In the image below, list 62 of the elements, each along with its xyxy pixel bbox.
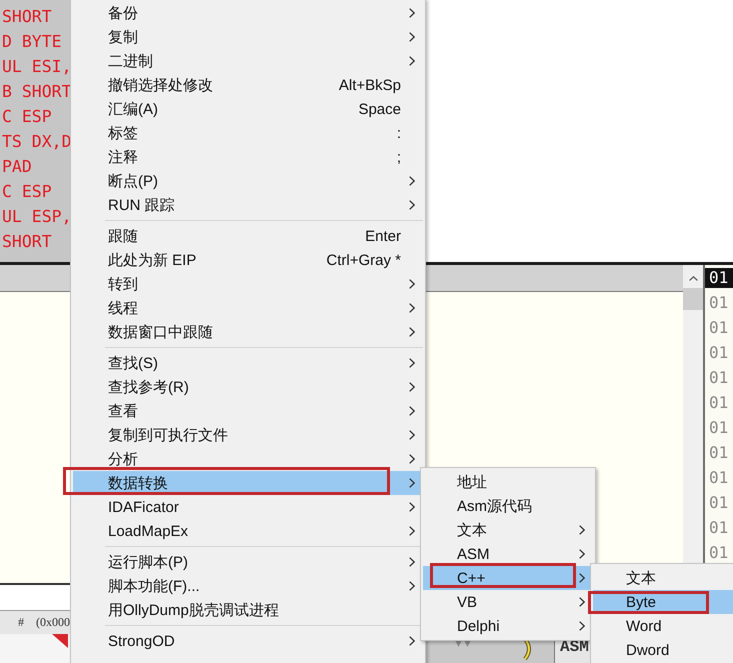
- status-text: #: [18, 615, 24, 630]
- menu-item[interactable]: Word: [593, 614, 733, 638]
- menu-item[interactable]: VB: [423, 590, 593, 614]
- menu-item[interactable]: IDAFicator: [73, 495, 423, 519]
- menu-item[interactable]: 分析: [73, 447, 423, 471]
- code-line: B SHORT: [1, 81, 72, 103]
- hex-value: 01: [708, 393, 730, 413]
- menu-item[interactable]: 查看: [73, 399, 423, 423]
- menu-item[interactable]: 文本: [423, 518, 593, 542]
- menu-item[interactable]: 用OllyDump脱壳调试进程: [73, 598, 423, 622]
- menu-item[interactable]: 地址: [423, 470, 593, 494]
- hex-value: 01: [708, 368, 730, 388]
- menu-item[interactable]: 查找参考(R): [73, 375, 423, 399]
- menu-item[interactable]: 汇编(A) Space: [73, 97, 423, 121]
- menu-item[interactable]: 跟随 Enter: [73, 224, 423, 248]
- menu-item[interactable]: 此处为新 EIP Ctrl+Gray *: [73, 248, 423, 272]
- menu-item[interactable]: 运行脚本(P): [73, 550, 423, 574]
- menu-item[interactable]: 查找(S): [73, 351, 423, 375]
- bracket-icon: [522, 638, 534, 660]
- code-line: TS DX,D: [1, 131, 72, 153]
- hex-value: 01: [708, 293, 730, 313]
- menu-item[interactable]: 标签 :: [73, 121, 423, 145]
- code-line: UL ESP,: [1, 206, 72, 228]
- code-line: C ESP: [1, 181, 52, 203]
- menu-item[interactable]: 撤销选择处修改 Alt+BkSp: [73, 73, 423, 97]
- menu-item[interactable]: 备份: [73, 1, 423, 25]
- hex-value: 01: [705, 268, 733, 288]
- menu-item[interactable]: StrongOD: [73, 629, 423, 653]
- menu-item[interactable]: LoadMapEx: [73, 519, 423, 543]
- menu-item[interactable]: 注释 ;: [73, 145, 423, 169]
- menu-item[interactable]: 线程: [73, 296, 423, 320]
- hex-value: 01: [708, 518, 730, 538]
- menu-item[interactable]: Asm源代码: [423, 494, 593, 518]
- scrollbar-thumb[interactable]: [683, 288, 703, 310]
- code-line: PAD: [1, 156, 32, 178]
- code-line: D BYTE: [1, 31, 62, 53]
- menu-item[interactable]: 转到: [73, 272, 423, 296]
- status-text: (0x000: [36, 615, 70, 630]
- menu-item[interactable]: 断点(P): [73, 169, 423, 193]
- code-line: UL ESI,: [1, 56, 72, 78]
- triangle-icon: [52, 634, 68, 648]
- hex-value: 01: [708, 318, 730, 338]
- menu-item[interactable]: ASM: [423, 542, 593, 566]
- code-line: SHORT: [1, 6, 52, 28]
- menu-item[interactable]: C++: [423, 566, 593, 590]
- hex-value: 01: [708, 343, 730, 363]
- menu-item[interactable]: RUN 跟踪: [73, 193, 423, 217]
- hex-value: 01: [708, 543, 730, 563]
- hex-value: 01: [708, 443, 730, 463]
- hex-value: 01: [708, 468, 730, 488]
- hex-value: 01: [708, 493, 730, 513]
- code-line: SHORT: [1, 231, 52, 253]
- hex-value: 01: [708, 418, 730, 438]
- chevron-up-icon: [688, 276, 698, 280]
- menu-item[interactable]: 复制: [73, 25, 423, 49]
- menu-item[interactable]: 二进制: [73, 49, 423, 73]
- menu-item[interactable]: 复制到可执行文件: [73, 423, 423, 447]
- menu-item[interactable]: Dword: [593, 638, 733, 662]
- menu-item[interactable]: 文本: [593, 566, 733, 590]
- menu-item[interactable]: 脚本功能(F)...: [73, 574, 423, 598]
- menu-item[interactable]: 数据窗口中跟随: [73, 320, 423, 344]
- code-line: C ESP: [1, 106, 52, 128]
